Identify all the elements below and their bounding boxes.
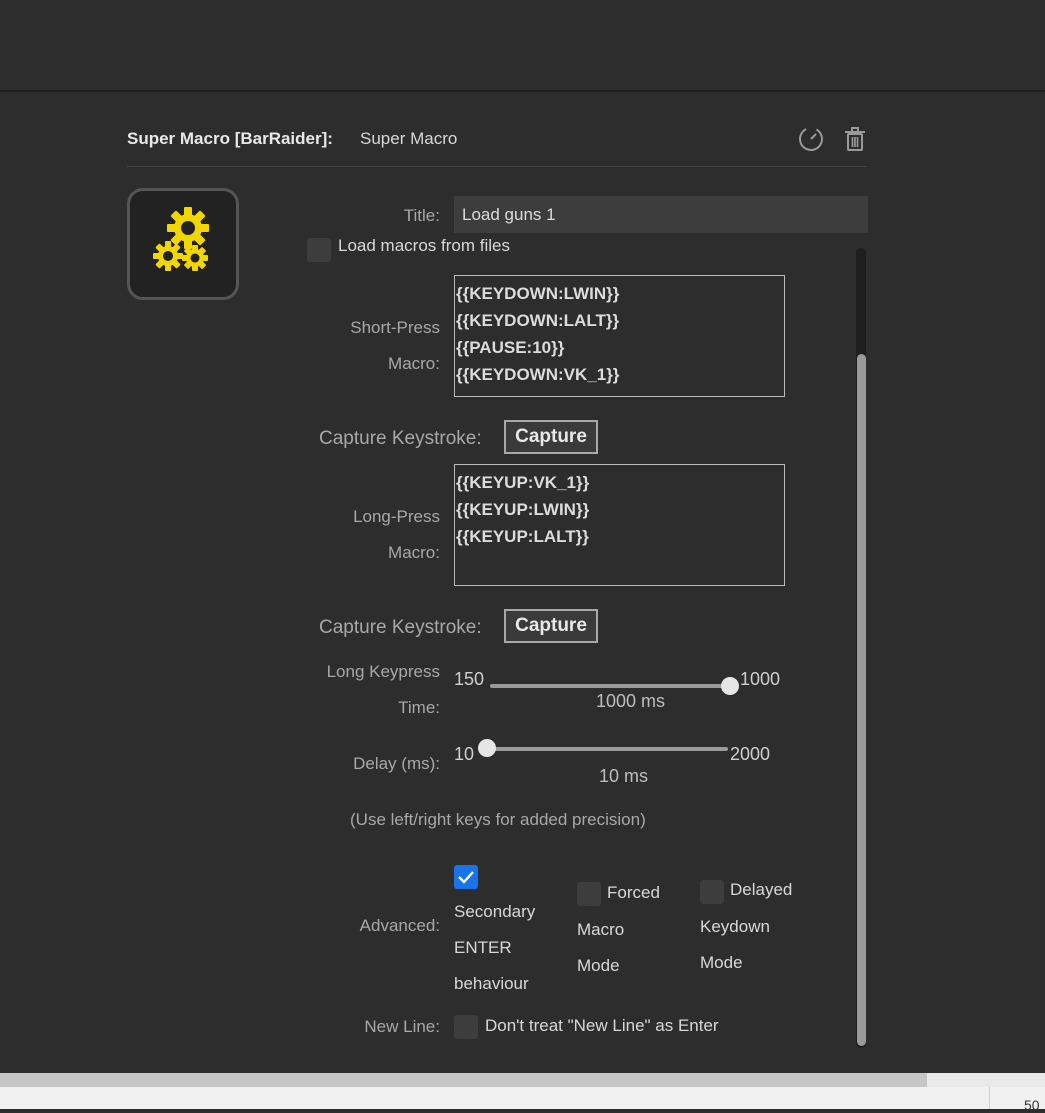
- macro-line: {{KEYDOWN:VK_1}}: [456, 365, 620, 384]
- macro-line: {{KEYUP:VK_1}}: [456, 473, 590, 492]
- new-line-option-label: Don't treat "New Line" as Enter: [485, 1016, 719, 1035]
- long-press-macro-textarea[interactable]: {{KEYUP:VK_1}} {{KEYUP:LWIN}} {{KEYUP:LA…: [454, 464, 785, 586]
- precision-hint: (Use left/right keys for added precision…: [350, 810, 646, 829]
- new-line-label: New Line:: [364, 1017, 440, 1036]
- macro-line: {{KEYUP:LWIN}}: [456, 500, 590, 519]
- secondary-enter-checkbox[interactable]: [454, 865, 478, 889]
- delayed-keydown-mode-checkbox[interactable]: [700, 880, 724, 904]
- capture-button[interactable]: Capture: [504, 420, 598, 454]
- top-bar: [0, 0, 1045, 92]
- load-macros-label: Load macros from files: [338, 236, 510, 255]
- new-line-checkbox[interactable]: [454, 1015, 478, 1039]
- header-divider: [127, 166, 867, 167]
- long-keypress-slider-thumb[interactable]: [721, 677, 739, 695]
- long-keypress-value: 1000 ms: [596, 691, 666, 711]
- short-press-label-line2: Macro:: [388, 354, 440, 373]
- key-icon[interactable]: [127, 188, 239, 300]
- forced-macro-mode-label-first: Forced: [607, 883, 660, 902]
- delay-value: 10 ms: [599, 766, 649, 786]
- long-press-label-line1: Long-Press: [353, 507, 440, 526]
- long-keypress-max: 1000: [740, 669, 781, 689]
- long-keypress-min: 150: [454, 669, 485, 689]
- trash-icon[interactable]: [842, 126, 868, 152]
- plugin-name: Super Macro [BarRaider]:: [127, 129, 333, 148]
- delay-min: 10: [454, 744, 475, 764]
- gears-icon: [153, 207, 209, 271]
- delayed-keydown-mode-label: Keydown Mode: [700, 917, 770, 972]
- long-press-label-line2: Macro:: [388, 543, 440, 562]
- delay-max: 2000: [730, 744, 771, 764]
- advanced-label: Advanced:: [359, 916, 440, 935]
- short-press-label-line1: Short-Press: [350, 318, 440, 337]
- horizontal-scrollbar-thumb[interactable]: [0, 1073, 927, 1087]
- capture-button[interactable]: Capture: [504, 609, 598, 643]
- action-name: Super Macro: [360, 129, 458, 148]
- title-label: Title:: [403, 206, 440, 225]
- property-inspector: Super Macro [BarRaider]: Super Macro Tit…: [0, 92, 1045, 1073]
- capture-keystroke-label: Capture Keystroke:: [319, 428, 482, 449]
- long-keypress-label-line2: Time:: [398, 698, 440, 717]
- delay-slider[interactable]: [487, 747, 728, 751]
- long-keypress-slider[interactable]: [490, 684, 730, 688]
- delay-slider-thumb[interactable]: [478, 739, 496, 757]
- delay-label: Delay (ms):: [353, 754, 440, 773]
- macro-line: {{KEYDOWN:LWIN}}: [456, 284, 620, 303]
- short-press-macro-textarea[interactable]: {{KEYDOWN:LWIN}} {{KEYDOWN:LALT}} {{PAUS…: [454, 275, 785, 397]
- zoom-level: 50: [1024, 1097, 1040, 1113]
- forced-macro-mode-label: Macro Mode: [577, 920, 625, 975]
- capture-keystroke-label: Capture Keystroke:: [319, 617, 482, 638]
- macro-line: {{KEYUP:LALT}}: [456, 527, 589, 546]
- forced-macro-mode-checkbox[interactable]: [577, 882, 601, 906]
- load-macros-checkbox[interactable]: [307, 238, 331, 262]
- header: Super Macro [BarRaider]: Super Macro: [127, 120, 867, 160]
- delayed-keydown-mode-label-first: Delayed: [730, 880, 793, 899]
- secondary-enter-label: Secondary ENTER behaviour: [454, 902, 536, 993]
- macro-line: {{PAUSE:10}}: [456, 338, 565, 357]
- macro-line: {{KEYDOWN:LALT}}: [456, 311, 620, 330]
- gauge-icon[interactable]: [798, 126, 824, 152]
- title-input[interactable]: [454, 196, 868, 233]
- status-separator: [989, 1087, 990, 1109]
- status-bar: 50: [0, 1087, 1045, 1113]
- vertical-scrollbar-thumb[interactable]: [857, 354, 866, 1046]
- checkmark-icon: [458, 871, 474, 884]
- long-keypress-label-line1: Long Keypress: [326, 662, 440, 681]
